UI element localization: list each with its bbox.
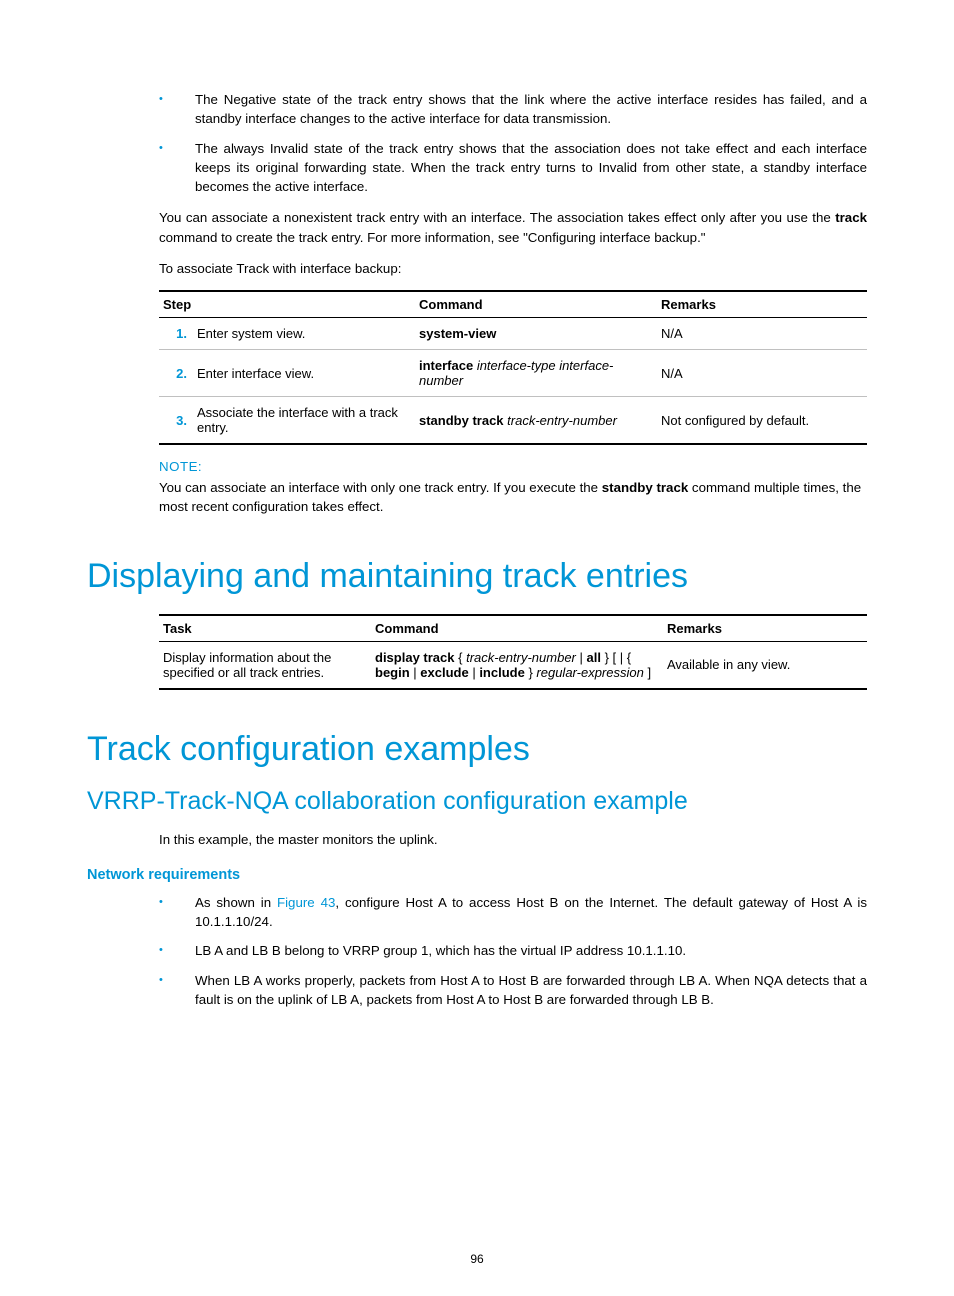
txt: } [525,665,537,680]
remark-cell: Available in any view. [663,641,867,689]
bottom-bullet-list: As shown in Figure 43, configure Host A … [87,893,867,1009]
text: command to create the track entry. For m… [159,230,706,245]
step-number: 1. [159,318,193,350]
cmd-bold: exclude [420,665,468,680]
step-number: 3. [159,397,193,445]
command-cell: system-view [415,318,657,350]
cmd-bold: all [587,650,601,665]
cmd-bold: standby track [419,413,504,428]
page-number: 96 [0,1252,954,1266]
txt: ] [644,665,651,680]
step-desc: Enter interface view. [193,350,415,397]
command-cell: display track { track-entry-number | all… [371,641,663,689]
col-header-command: Command [415,291,657,318]
heading-vrrp: VRRP-Track-NQA collaboration configurati… [87,787,867,816]
heading-displaying: Displaying and maintaining track entries [87,557,867,596]
col-header-remarks: Remarks [657,291,867,318]
step-desc: Enter system view. [193,318,415,350]
document-page: The Negative state of the track entry sh… [0,0,954,1296]
command-cell: interface interface-type interface-numbe… [415,350,657,397]
paragraph: You can associate a nonexistent track en… [159,208,867,247]
txt: | [576,650,587,665]
note-body: You can associate an interface with only… [159,478,867,517]
col-header-task: Task [159,615,371,642]
table-row: 2. Enter interface view. interface inter… [159,350,867,397]
remark-cell: N/A [657,350,867,397]
cmd-italic: regular-expression [536,665,643,680]
cmd-bold: interface [419,358,473,373]
step-desc: Associate the interface with a track ent… [193,397,415,445]
heading-network-req: Network requirements [87,867,867,883]
cmd-bold: display track [375,650,455,665]
text-bold: standby track [602,480,688,495]
step-number: 2. [159,350,193,397]
txt: | [410,665,421,680]
table-row: 3. Associate the interface with a track … [159,397,867,445]
cmd-bold: system-view [419,326,496,341]
heading-examples: Track configuration examples [87,730,867,769]
list-item: When LB A works properly, packets from H… [159,971,867,1010]
note-label: NOTE: [159,459,867,474]
cmd-italic: track-entry-number [504,413,617,428]
remark-cell: N/A [657,318,867,350]
display-table: Task Command Remarks Display information… [159,614,867,690]
text-bold: track [835,210,867,225]
cmd-bold: begin [375,665,410,680]
list-item: The always Invalid state of the track en… [159,139,867,197]
text: You can associate a nonexistent track en… [159,210,835,225]
command-cell: standby track track-entry-number [415,397,657,445]
txt: { [455,650,467,665]
col-header-command: Command [371,615,663,642]
col-header-step: Step [159,291,415,318]
col-header-remarks: Remarks [663,615,867,642]
text: You can associate an interface with only… [159,480,602,495]
paragraph: In this example, the master monitors the… [159,830,867,849]
list-item: As shown in Figure 43, configure Host A … [159,893,867,932]
cmd-bold: include [479,665,525,680]
top-bullet-list: The Negative state of the track entry sh… [87,90,867,196]
list-item: The Negative state of the track entry sh… [159,90,867,129]
table-row: 1. Enter system view. system-view N/A [159,318,867,350]
task-cell: Display information about the specified … [159,641,371,689]
list-item: LB A and LB B belong to VRRP group 1, wh… [159,941,867,960]
steps-table: Step Command Remarks 1. Enter system vie… [159,290,867,445]
remark-cell: Not configured by default. [657,397,867,445]
paragraph: To associate Track with interface backup… [159,259,867,278]
text: As shown in [195,895,277,910]
cmd-italic: track-entry-number [466,650,576,665]
txt: } [ | { [601,650,631,665]
figure-link[interactable]: Figure 43 [277,895,335,910]
txt: | [469,665,480,680]
table-row: Display information about the specified … [159,641,867,689]
